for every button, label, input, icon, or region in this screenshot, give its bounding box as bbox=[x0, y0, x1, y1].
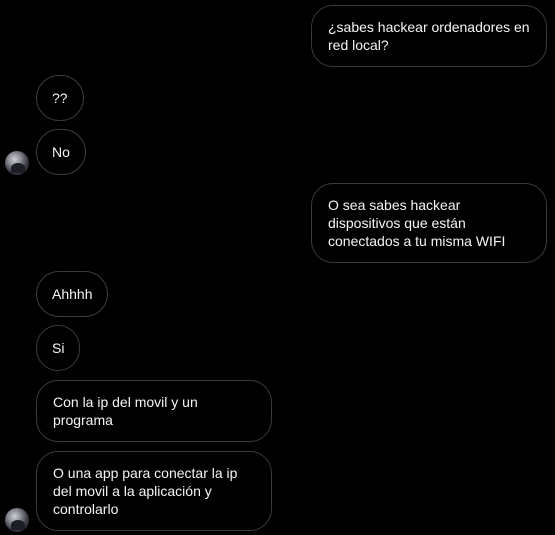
message-text: ¿sabes hackear ordenadores en red local? bbox=[328, 19, 530, 53]
message-bubble-incoming[interactable]: Si bbox=[36, 325, 81, 371]
message-text: ?? bbox=[52, 90, 68, 106]
message-bubble-incoming[interactable]: No bbox=[36, 129, 86, 175]
message-bubble-incoming[interactable]: ?? bbox=[36, 75, 84, 121]
message-text: Ahhhh bbox=[52, 286, 93, 302]
message-bubble-outgoing[interactable]: ¿sabes hackear ordenadores en red local? bbox=[311, 5, 547, 67]
message-bubble-incoming[interactable]: Con la ip del movil y un programa bbox=[36, 380, 272, 442]
message-text: Si bbox=[52, 340, 65, 356]
message-bubble-incoming[interactable]: Ahhhh bbox=[36, 271, 109, 317]
message-bubble-incoming[interactable]: O una app para conectar la ip del movil … bbox=[36, 451, 272, 531]
message-bubble-outgoing[interactable]: O sea sabes hackear dispositivos que est… bbox=[311, 183, 547, 263]
message-text: O una app para conectar la ip del movil … bbox=[53, 465, 238, 517]
contact-avatar[interactable] bbox=[5, 151, 29, 175]
message-text: O sea sabes hackear dispositivos que est… bbox=[328, 197, 506, 249]
message-text: Con la ip del movil y un programa bbox=[53, 394, 198, 428]
contact-avatar[interactable] bbox=[5, 508, 29, 532]
message-text: No bbox=[52, 144, 70, 160]
